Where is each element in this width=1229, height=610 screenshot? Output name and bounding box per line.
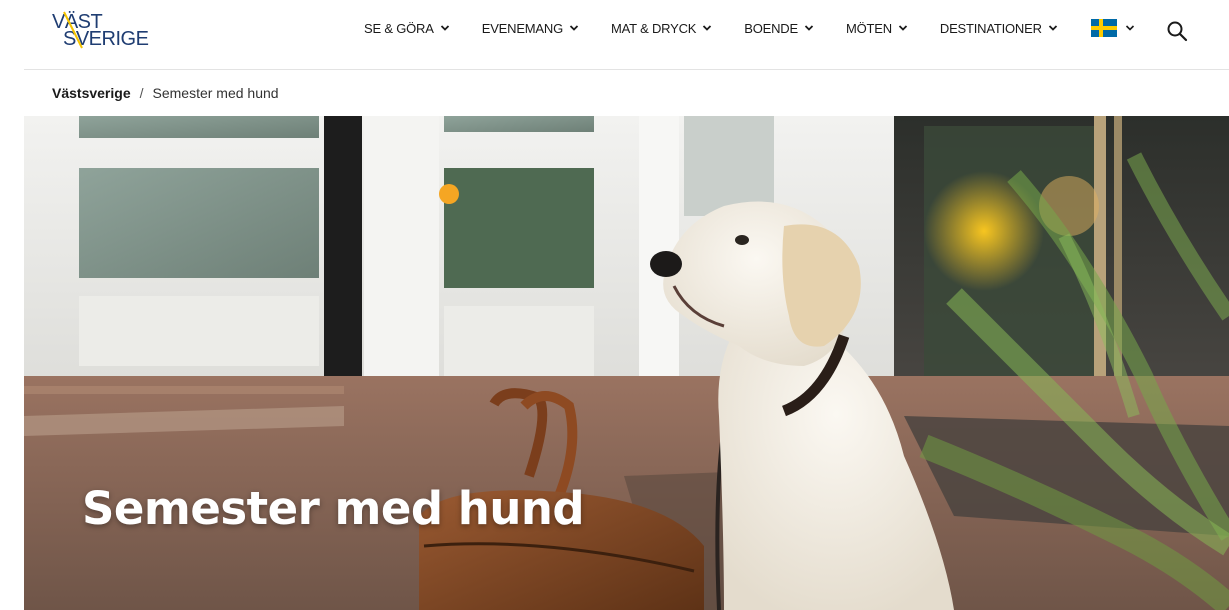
nav-item-evenemang[interactable]: EVENEMANG	[482, 21, 579, 36]
hero-photo	[24, 116, 1229, 610]
chevron-down-icon	[1125, 25, 1135, 31]
nav-item-label: MÖTEN	[845, 20, 892, 36]
nav-item-label: DESTINATIONER	[939, 20, 1042, 36]
breadcrumb-separator: /	[139, 85, 144, 101]
chevron-down-icon	[440, 25, 449, 31]
breadcrumb-home-link[interactable]: Västsverige	[52, 85, 131, 101]
site-header: VÄST SVERIGE SE & GÖRA EVENEMANG MAT & D…	[0, 0, 1229, 70]
nav-item-label: EVENEMANG	[481, 20, 564, 36]
nav-item-label: SE & GÖRA	[364, 20, 434, 36]
header-divider	[24, 69, 1229, 70]
logo[interactable]: VÄST SVERIGE	[52, 8, 152, 54]
breadcrumb-current: Semester med hund	[152, 85, 279, 101]
logo-star-mark-icon	[63, 11, 83, 49]
hero-banner: Semester med hund	[24, 116, 1229, 610]
nav-item-se-gora[interactable]: SE & GÖRA	[364, 21, 450, 36]
nav-item-label: MAT & DRYCK	[611, 20, 697, 36]
chevron-down-icon	[804, 25, 814, 31]
nav-item-destinationer[interactable]: DESTINATIONER	[940, 21, 1058, 36]
breadcrumb: Västsverige / Semester med hund	[52, 85, 279, 101]
chevron-down-icon	[1048, 25, 1057, 31]
search-icon[interactable]	[1166, 20, 1188, 42]
nav-item-mat-dryck[interactable]: MAT & DRYCK	[611, 21, 712, 36]
hero-title: Semester med hund	[82, 482, 585, 535]
language-selector[interactable]	[1091, 19, 1135, 37]
chevron-down-icon	[703, 25, 712, 31]
chevron-down-icon	[898, 25, 908, 31]
nav-item-label: BOENDE	[744, 20, 798, 36]
nav-item-moten[interactable]: MÖTEN	[846, 21, 908, 36]
main-nav: SE & GÖRA EVENEMANG MAT & DRYCK BOENDE M…	[364, 18, 1086, 38]
chevron-down-icon	[569, 25, 579, 31]
nav-item-boende[interactable]: BOENDE	[744, 21, 814, 36]
swedish-flag-icon	[1091, 19, 1117, 37]
